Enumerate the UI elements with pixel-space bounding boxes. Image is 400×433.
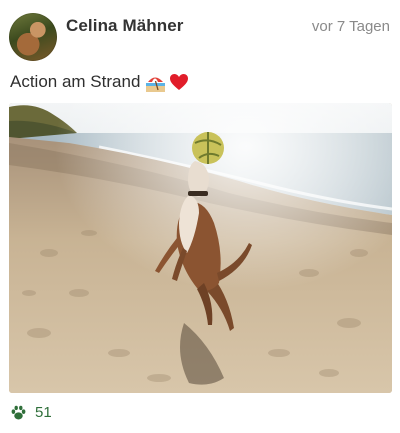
author-name[interactable]: Celina Mähner [66,16,184,36]
post-photo[interactable] [9,103,392,393]
post-caption: Action am Strand [10,72,189,92]
paw-icon[interactable] [10,404,27,421]
caption-text: Action am Strand [10,72,141,91]
post-timestamp: vor 7 Tagen [311,18,390,35]
red-heart-emoji-icon [169,73,189,91]
beach-umbrella-emoji-icon [146,73,166,92]
like-count: 51 [35,404,52,421]
author-avatar[interactable] [9,13,57,61]
like-section[interactable]: 51 [10,404,52,421]
post-card: Celina Mähner vor 7 Tagen Action am Stra… [0,0,400,433]
